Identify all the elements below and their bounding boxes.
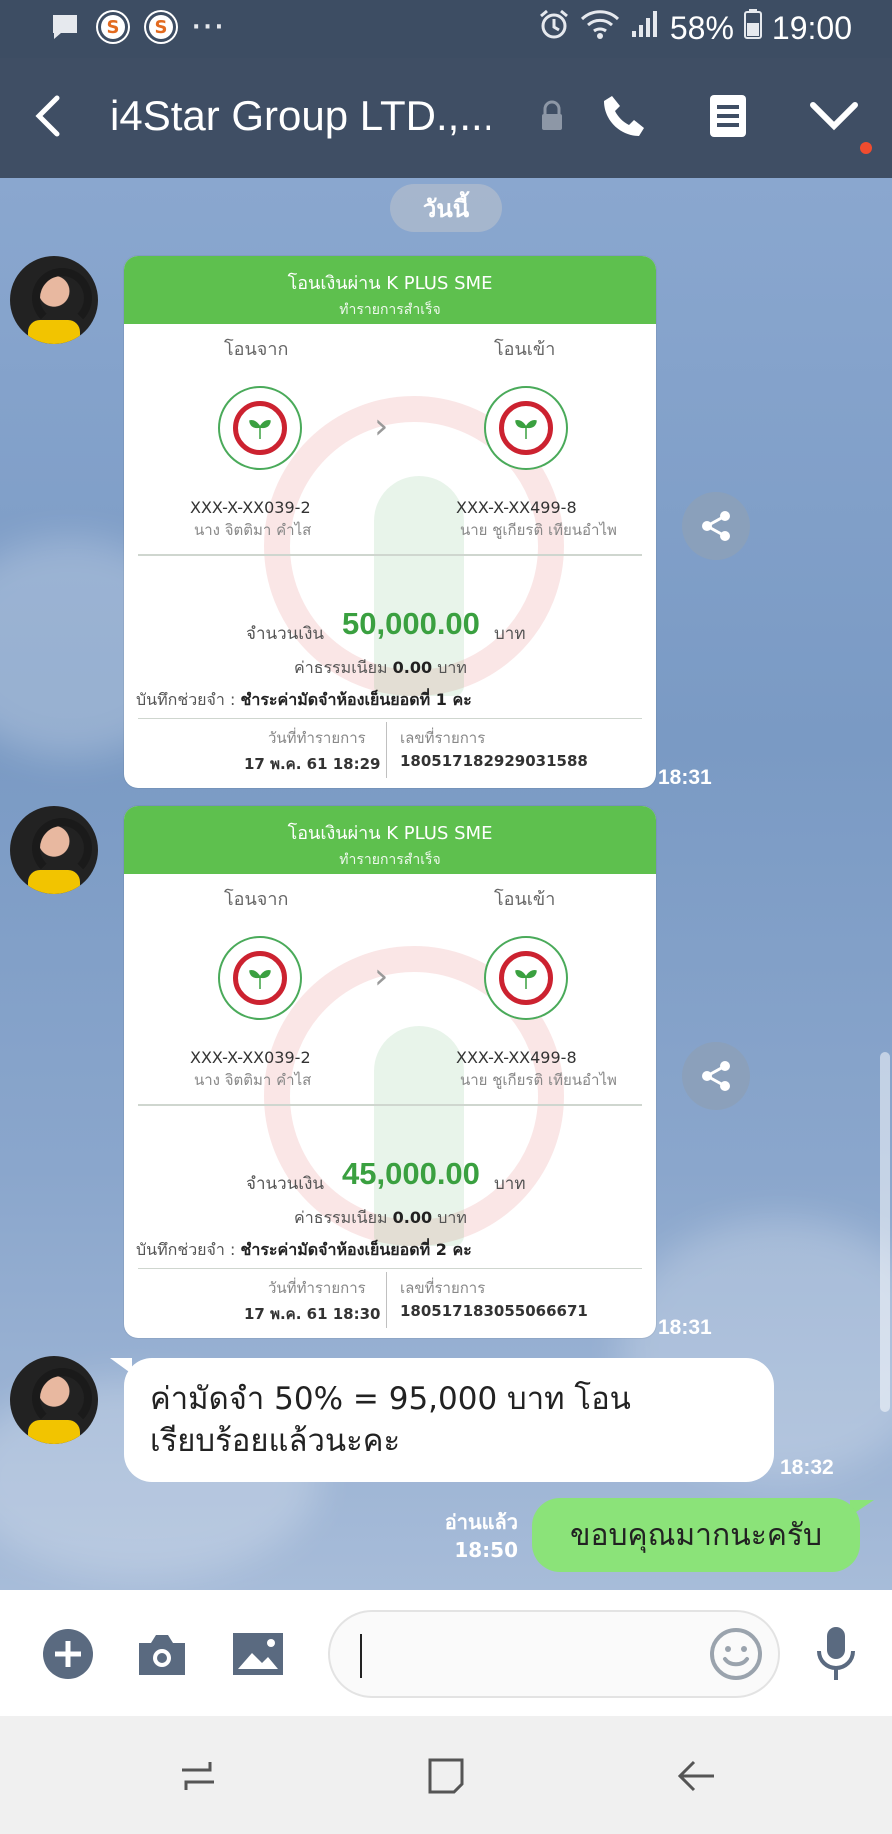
kbank-logo-icon bbox=[484, 386, 568, 470]
receipt-header: โอนเงินผ่าน K PLUS SME ทำรายการสำเร็จ bbox=[124, 256, 656, 324]
divider bbox=[138, 1268, 642, 1269]
scrollbar[interactable] bbox=[880, 1052, 890, 1412]
transaction-date: 17 พ.ค. 61 18:29 bbox=[244, 755, 381, 773]
system-navigation-bar bbox=[0, 1716, 892, 1834]
from-label: โอนจาก bbox=[224, 339, 289, 360]
to-name: นาย ชูเกียรติ เทียนอำไพ bbox=[460, 521, 617, 539]
receipt-title: โอนเงินผ่าน K PLUS SME bbox=[287, 273, 493, 294]
back-nav-button[interactable] bbox=[666, 1746, 726, 1806]
outgoing-message-bubble[interactable]: ขอบคุณมากนะครับ bbox=[532, 1498, 860, 1572]
camera-button[interactable] bbox=[132, 1624, 192, 1684]
transaction-date: 17 พ.ค. 61 18:30 bbox=[244, 1305, 381, 1323]
from-label: โอนจาก bbox=[224, 889, 289, 910]
from-account: XXX-X-XX039-2 bbox=[190, 1048, 311, 1067]
back-button[interactable] bbox=[18, 86, 78, 146]
reference-number: 180517183055066671 bbox=[400, 1302, 588, 1320]
share-button[interactable] bbox=[682, 1042, 750, 1110]
recent-apps-button[interactable] bbox=[168, 1746, 228, 1806]
amount-label: จำนวนเงิน bbox=[246, 624, 325, 644]
more-notifications-icon: ··· bbox=[192, 14, 227, 40]
date-label: วันที่ทำรายการ bbox=[268, 1279, 366, 1297]
to-name: นาย ชูเกียรติ เทียนอำไพ bbox=[460, 1071, 617, 1089]
transfer-receipt-image[interactable]: โอนเงินผ่าน K PLUS SME ทำรายการสำเร็จ โอ… bbox=[124, 256, 656, 788]
gallery-image-button[interactable] bbox=[228, 1624, 288, 1684]
chat-title[interactable]: i4Star Group LTD.,... bbox=[110, 92, 490, 140]
sender-avatar[interactable] bbox=[10, 256, 98, 344]
to-label: โอนเข้า bbox=[494, 339, 556, 360]
reference-number: 180517182929031588 bbox=[400, 752, 588, 770]
signal-icon bbox=[630, 9, 660, 47]
battery-percent: 58% bbox=[669, 9, 734, 46]
receipt-header: โอนเงินผ่าน K PLUS SME ทำรายการสำเร็จ bbox=[124, 806, 656, 874]
fee-row: ค่าธรรมเนียม 0.00 บาท bbox=[294, 1208, 467, 1227]
emoji-button[interactable] bbox=[708, 1626, 764, 1682]
menu-chevron-button[interactable] bbox=[804, 86, 864, 146]
receipt-status: ทำรายการสำเร็จ bbox=[339, 852, 441, 868]
receipt-title: โอนเงินผ่าน K PLUS SME bbox=[287, 823, 493, 844]
divider bbox=[386, 1272, 387, 1328]
fee-row: ค่าธรรมเนียม 0.00 บาท bbox=[294, 658, 467, 677]
message-notification-icon bbox=[48, 10, 82, 44]
sender-avatar[interactable] bbox=[10, 1356, 98, 1444]
battery-icon bbox=[743, 9, 762, 47]
date-label: วันที่ทำรายการ bbox=[268, 729, 366, 747]
clock-time: 19:00 bbox=[771, 9, 852, 46]
alarm-icon bbox=[538, 8, 570, 48]
amount-unit: บาท bbox=[494, 1174, 526, 1194]
reference-label: เลขที่รายการ bbox=[400, 729, 486, 747]
text-cursor bbox=[360, 1634, 362, 1678]
microphone-button[interactable] bbox=[806, 1624, 866, 1684]
message-text-field[interactable] bbox=[328, 1610, 780, 1698]
to-label: โอนเข้า bbox=[494, 889, 556, 910]
from-name: นาง จิตติมา คำไส bbox=[194, 521, 312, 539]
kbank-logo-icon bbox=[484, 936, 568, 1020]
arrow-right-icon: › bbox=[374, 956, 389, 997]
divider bbox=[386, 722, 387, 778]
amount-value: 45,000.00 bbox=[342, 1156, 480, 1191]
message-text-line: เรียบร้อยแล้วนะคะ bbox=[150, 1423, 401, 1459]
amount-unit: บาท bbox=[494, 624, 526, 644]
to-account: XXX-X-XX499-8 bbox=[456, 498, 577, 517]
s-app-notification-icon: S bbox=[96, 10, 130, 44]
receipt-status: ทำรายการสำเร็จ bbox=[339, 302, 441, 318]
sender-avatar[interactable] bbox=[10, 806, 98, 894]
to-account: XXX-X-XX499-8 bbox=[456, 1048, 577, 1067]
divider bbox=[138, 554, 642, 556]
from-name: นาง จิตติมา คำไส bbox=[194, 1071, 312, 1089]
memo-row: บันทึกช่วยจำ : ชำระค่ามัดจำห้องเย็นยอดที… bbox=[136, 690, 472, 709]
transfer-receipt-image[interactable]: โอนเงินผ่าน K PLUS SME ทำรายการสำเร็จ โอ… bbox=[124, 806, 656, 1338]
divider bbox=[138, 1104, 642, 1106]
amount-label: จำนวนเงิน bbox=[246, 1174, 325, 1194]
kbank-logo-icon bbox=[218, 386, 302, 470]
incoming-message-bubble[interactable]: ค่ามัดจำ 50% = 95,000 บาท โอน เรียบร้อยแ… bbox=[124, 1358, 774, 1482]
add-plus-button[interactable] bbox=[38, 1624, 98, 1684]
status-bar: S S ··· 58% 19:00 bbox=[0, 0, 892, 58]
notes-button[interactable] bbox=[698, 86, 758, 146]
message-time: 18:31 bbox=[658, 1316, 712, 1339]
date-separator: วันนี้ bbox=[390, 184, 502, 232]
notification-dot bbox=[860, 142, 872, 154]
home-button[interactable] bbox=[416, 1746, 476, 1806]
arrow-right-icon: › bbox=[374, 406, 389, 447]
message-input[interactable] bbox=[356, 1634, 700, 1676]
message-input-bar bbox=[0, 1590, 892, 1716]
message-text-line: ค่ามัดจำ 50% = 95,000 บาท โอน bbox=[150, 1381, 631, 1417]
chat-header: i4Star Group LTD.,... bbox=[0, 58, 892, 178]
wifi-icon bbox=[580, 8, 620, 48]
amount-value: 50,000.00 bbox=[342, 606, 480, 641]
kbank-logo-icon bbox=[218, 936, 302, 1020]
s-app-notification-icon-2: S bbox=[144, 10, 178, 44]
call-button[interactable] bbox=[594, 86, 654, 146]
divider bbox=[138, 718, 642, 719]
lock-icon bbox=[522, 86, 582, 146]
share-button[interactable] bbox=[682, 492, 750, 560]
reference-label: เลขที่รายการ bbox=[400, 1279, 486, 1297]
from-account: XXX-X-XX039-2 bbox=[190, 498, 311, 517]
message-time: 18:31 bbox=[658, 766, 712, 789]
memo-row: บันทึกช่วยจำ : ชำระค่ามัดจำห้องเย็นยอดที… bbox=[136, 1240, 472, 1259]
